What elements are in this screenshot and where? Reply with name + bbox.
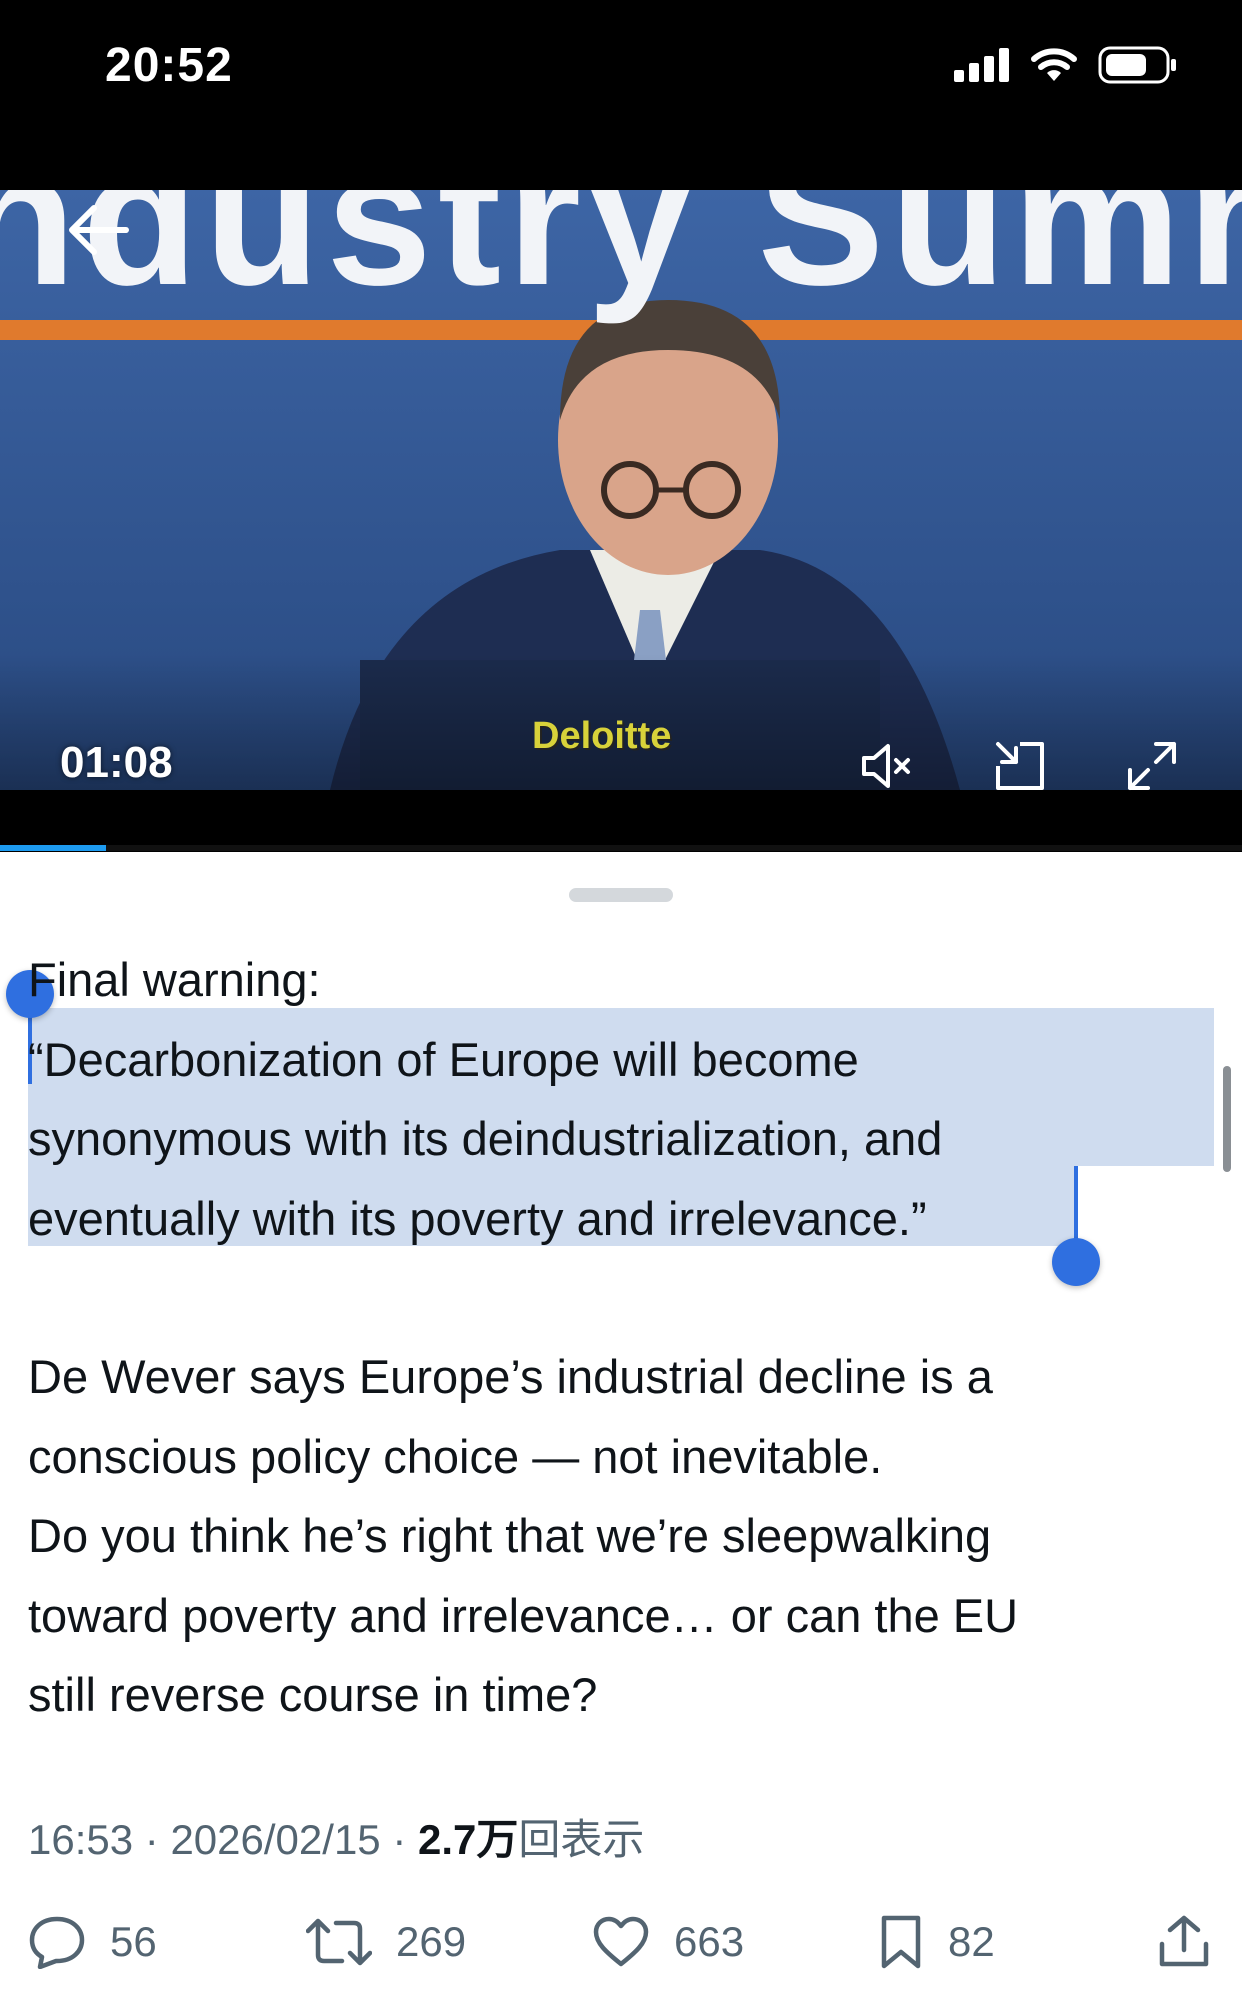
body-line: De Wever says Europe’s industrial declin… [28, 1350, 993, 1403]
share-icon [1159, 1915, 1209, 1967]
fullscreen-icon[interactable] [1122, 736, 1182, 796]
repost-button[interactable]: 269 [306, 1902, 466, 1982]
body-line: still reverse course in time? [28, 1668, 598, 1721]
mute-icon[interactable] [858, 736, 918, 796]
like-button[interactable]: 663 [592, 1902, 744, 1982]
bookmark-count: 82 [948, 1918, 995, 1965]
sheet-drag-handle[interactable] [569, 888, 673, 902]
bookmark-icon [881, 1915, 921, 1969]
sponsor-logo-text: Deloitte [532, 715, 672, 757]
quote-line: eventually with its poverty and irreleva… [28, 1191, 927, 1245]
reply-icon [29, 1916, 85, 1969]
tweet-text: Final warning: “Decarbonization of Europ… [28, 940, 1218, 1735]
reply-count: 56 [110, 1918, 157, 1965]
picture-in-picture-icon[interactable] [990, 736, 1050, 796]
meta-separator: · [144, 1816, 159, 1863]
video-progress-fill [0, 845, 106, 851]
banner-text: ndustry Summi [0, 190, 1242, 325]
tweet-time[interactable]: 16:53 [28, 1816, 133, 1863]
status-bar: 20:52 [0, 0, 1242, 190]
tweet-line: Final warning: [28, 953, 321, 1006]
like-count: 663 [674, 1918, 745, 1965]
repost-count: 269 [396, 1918, 467, 1965]
status-time: 20:52 [105, 39, 233, 92]
wifi-icon [1031, 48, 1077, 81]
body-line: Do you think he’s right that we’re sleep… [28, 1509, 992, 1562]
body-line: toward poverty and irrelevance… or can t… [28, 1588, 1019, 1642]
quote-line: synonymous with its deindustrialization,… [28, 1112, 943, 1165]
battery-icon [1098, 46, 1176, 84]
bookmark-button[interactable]: 82 [878, 1902, 995, 1982]
repost-icon [306, 1918, 372, 1966]
share-button[interactable] [1158, 1902, 1210, 1982]
reply-button[interactable]: 56 [28, 1902, 157, 1982]
cellular-signal-icon [954, 48, 1009, 82]
views-count[interactable]: 2.7万 [418, 1816, 518, 1863]
status-icons [954, 46, 1178, 84]
video-letterbox [0, 790, 1242, 852]
heart-icon [593, 1916, 649, 1967]
video-player[interactable]: ndustry Summi Deloitte [0, 190, 1242, 852]
quote-line: “Decarbonization of Europe will become [28, 1032, 859, 1086]
meta-separator: · [392, 1816, 407, 1863]
tweet-date[interactable]: 2026/02/15 [170, 1816, 380, 1863]
video-progress-bar[interactable] [0, 845, 1242, 851]
back-arrow-icon[interactable] [62, 200, 132, 260]
video-elapsed-time: 01:08 [60, 738, 173, 787]
tweet-metadata: 16:53 · 2026/02/15 · 2.7万回表示 [28, 1806, 644, 1867]
body-line: conscious policy choice — not inevitable… [28, 1429, 883, 1483]
views-label: 回表示 [518, 1816, 645, 1863]
scroll-indicator[interactable] [1223, 1066, 1231, 1172]
action-bar: 56 269 663 82 [0, 1902, 1242, 1982]
